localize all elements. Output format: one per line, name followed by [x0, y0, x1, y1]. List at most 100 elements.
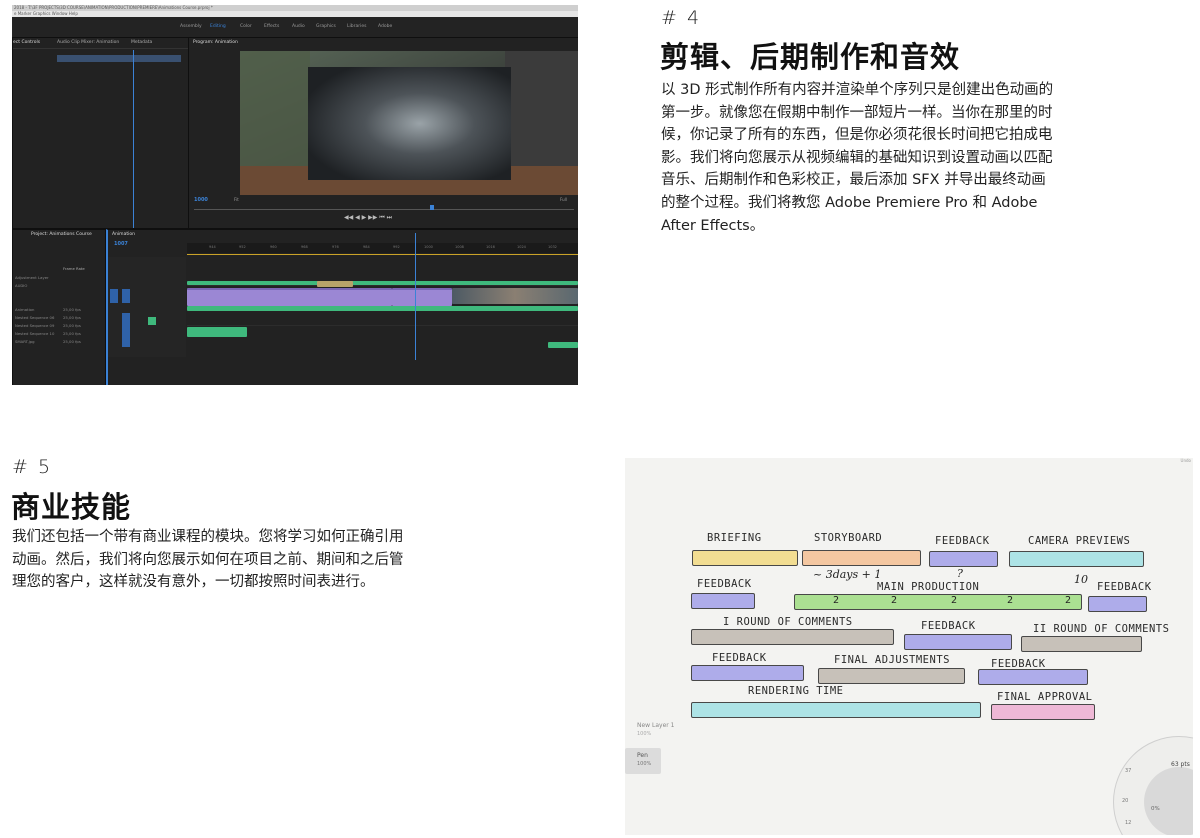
sketch-label: FEEDBACK	[1097, 581, 1152, 593]
ruler-tick: 1000	[424, 245, 433, 249]
undo-label[interactable]: Undo	[1181, 458, 1191, 463]
track-solo-button[interactable]	[148, 317, 156, 325]
sketch-note-question: ?	[957, 567, 963, 580]
tool-opacity: 100%	[637, 761, 652, 767]
sketch-label: FEEDBACK	[935, 535, 990, 547]
timeline-clip[interactable]	[187, 306, 578, 311]
monitor-scrubber[interactable]	[194, 209, 574, 210]
ruler-tick: 944	[209, 245, 216, 249]
project-item-rate: 25,00 fps	[63, 315, 81, 320]
production-mark: 2	[1007, 595, 1014, 606]
workspace-tab[interactable]: Assembly	[180, 24, 202, 29]
ruler-tick: 984	[363, 245, 370, 249]
workspace-tab[interactable]: Color	[240, 24, 252, 29]
sketch-label: FEEDBACK	[921, 620, 976, 632]
production-mark: 2	[1065, 595, 1072, 606]
ruler-tick: 1016	[486, 245, 495, 249]
sketch-label: I ROUND OF COMMENTS	[723, 616, 853, 628]
workspace-tab[interactable]: Graphics	[316, 24, 336, 29]
track-divider	[187, 285, 578, 286]
panel-tab[interactable]: Program: Animation	[193, 40, 238, 45]
sketch-label: FINAL ADJUSTMENTS	[834, 654, 950, 666]
panel-tab[interactable]: ect Controls	[13, 40, 40, 45]
project-item[interactable]: SMART.jpg	[15, 339, 35, 344]
premiere-workspace-bar: Assembly Editing Color Effects Audio Gra…	[12, 17, 578, 37]
layer-chip[interactable]: New Layer 1 100%	[625, 716, 675, 744]
effect-controls-panel: ect Controls Audio Clip Mixer: Animation…	[12, 37, 190, 229]
sketch-note-days: ~ 3days + 1	[813, 568, 882, 581]
timeline-clip[interactable]	[187, 281, 578, 285]
project-item[interactable]: AUDIO	[15, 283, 27, 288]
timeline-clip[interactable]	[187, 327, 247, 337]
timeline-clip[interactable]	[548, 342, 578, 348]
sketch-note-ten: 10	[1074, 573, 1088, 586]
monitor-playhead-handle[interactable]	[430, 205, 434, 210]
sketch-label: CAMERA PREVIEWS	[1028, 535, 1131, 547]
brush-preview	[1144, 767, 1193, 835]
sketch-bar-first-round	[691, 629, 894, 645]
workspace-tab-active[interactable]: Editing	[210, 24, 226, 29]
workspace-tab[interactable]: Audio	[292, 24, 305, 29]
sketch-bar-feedback	[691, 593, 755, 609]
project-item[interactable]: Animation	[15, 307, 34, 312]
panel-tab[interactable]: Metadata	[131, 40, 152, 45]
ruler-tick: 1008	[455, 245, 464, 249]
ruler-tick: 976	[332, 245, 339, 249]
sketch-bar-feedback	[978, 669, 1088, 685]
premiere-screenshot: 2018 - T:\3F PROJECTS\3D COURSE\ANIMATIO…	[12, 5, 578, 385]
timeline-clip[interactable]	[392, 288, 452, 306]
section-4-title: 剪辑、后期制作和音效	[660, 40, 961, 74]
section-4-body: 以 3D 形式制作所有内容并渲染单个序列只是创建出色动画的 第一步。就像您在假期…	[661, 82, 1054, 234]
pen-tool-chip[interactable]: Pen 100%	[625, 748, 661, 774]
workspace-tab[interactable]: Adobe	[378, 24, 392, 29]
project-item[interactable]: Nested Sequence 09	[15, 323, 54, 328]
track-target-video[interactable]	[110, 289, 118, 303]
ruler-tick: 1032	[548, 245, 557, 249]
timeline-playhead[interactable]	[415, 233, 416, 360]
project-item[interactable]: Adjustment Layer	[15, 275, 49, 280]
sketch-label: FEEDBACK	[697, 578, 752, 590]
tool-name: Pen	[637, 752, 648, 759]
timeline-ruler[interactable]: 944 952 960 968 976 984 992 1000 1008 10…	[187, 243, 578, 253]
sketch-bar-storyboard	[802, 550, 921, 566]
section-5-title: 商业技能	[11, 490, 132, 524]
sketch-label: II ROUND OF COMMENTS	[1033, 623, 1170, 635]
work-area-bar[interactable]	[187, 254, 578, 255]
workspace-tab[interactable]: Libraries	[347, 24, 366, 29]
sketch-label: BRIEFING	[707, 532, 762, 544]
timeline-clip[interactable]	[317, 281, 353, 287]
sketch-bar-feedback	[929, 551, 998, 567]
monitor-fit-select[interactable]: Fit	[234, 197, 239, 202]
project-item-rate: 25,00 fps	[63, 339, 81, 344]
production-mark: 2	[833, 595, 840, 606]
panel-tab[interactable]: Project: Animations Course	[31, 232, 92, 237]
layer-name: New Layer 1	[637, 722, 675, 729]
timeline-clip[interactable]	[452, 288, 578, 304]
sketch-bar-rendering-time	[691, 702, 981, 718]
dial-tick: 37	[1125, 768, 1132, 774]
panel-tab[interactable]: Audio Clip Mixer: Animation	[57, 40, 119, 45]
track-sync-audio[interactable]	[122, 313, 130, 347]
panel-tab[interactable]: Animation	[112, 232, 135, 237]
selected-clip-row[interactable]	[57, 55, 181, 62]
brush-size: 63 pts	[1171, 761, 1190, 768]
sketch-bar-briefing	[692, 550, 798, 566]
brush-opacity: 0%	[1151, 806, 1160, 812]
program-monitor-video	[240, 51, 578, 195]
track-sync-video[interactable]	[122, 289, 130, 303]
project-panel: Project: Animations Course Frame Rate Ad…	[12, 229, 106, 385]
transport-controls[interactable]: ◀◀ ◀ ▶ ▶▶ ⏮ ⏭	[344, 214, 392, 222]
sketch-bar-feedback	[904, 634, 1012, 650]
project-item-rate: 25,00 fps	[63, 331, 81, 336]
workspace-tab[interactable]: Effects	[264, 24, 279, 29]
section-5-body: 我们还包括一个带有商业课程的模块。您将学习如何正确引用 动画。然后，我们将向您展…	[12, 529, 404, 591]
dial-tick: 20	[1122, 798, 1129, 804]
project-item-rate: 25,00 fps	[63, 307, 81, 312]
sketch-bar-camera-previews	[1009, 551, 1144, 567]
sketch-label: FINAL APPROVAL	[997, 691, 1093, 703]
project-item[interactable]: Nested Sequence 10	[15, 331, 54, 336]
ruler-tick: 960	[270, 245, 277, 249]
monitor-quality-select[interactable]: Full	[560, 197, 567, 202]
timeline-clip[interactable]	[187, 288, 392, 306]
project-item[interactable]: Nested Sequence 06	[15, 315, 54, 320]
